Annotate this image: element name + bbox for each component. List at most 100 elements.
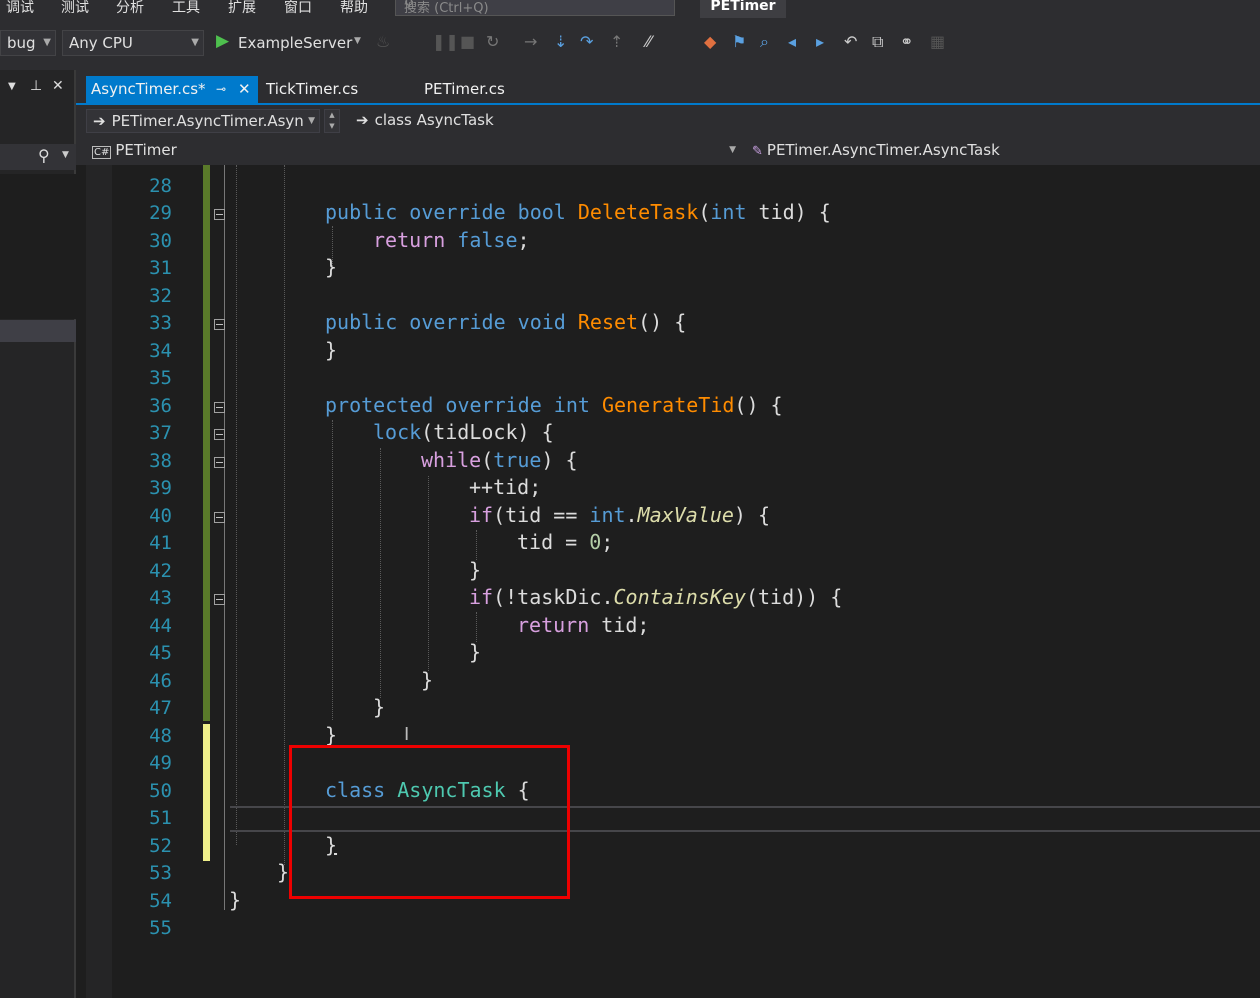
keyword: int [710, 200, 747, 224]
menu-bar: 调试 测试 分析 工具 扩展 窗口 帮助 搜索 (Ctrl+Q) ⚲ PETim… [0, 0, 1260, 18]
code-line-47: } [373, 695, 386, 719]
code-text: ) { [733, 503, 771, 527]
link-icon[interactable]: ⚭ [900, 32, 913, 51]
pin-icon[interactable]: ⊥ [30, 78, 42, 94]
line-number: 38 [149, 450, 172, 472]
previous-bookmark-icon[interactable]: ◂ [788, 32, 796, 51]
keyword: override [409, 310, 506, 334]
menu-tools[interactable]: 工具 [172, 0, 200, 17]
line-number: 54 [149, 890, 172, 912]
line-number: 48 [149, 725, 172, 747]
annotation-highlight-box [289, 745, 570, 899]
csharp-project-icon: C# [92, 146, 112, 159]
line-number: 46 [149, 670, 172, 692]
code-line-37: lock(tidLock) { [373, 420, 554, 444]
platform-combo-value: Any CPU [69, 34, 133, 52]
collapse-toggle[interactable] [214, 594, 225, 605]
collapse-toggle[interactable] [214, 209, 225, 220]
keyword: override [409, 200, 506, 224]
code-text: ) { [541, 448, 578, 472]
chevron-down-icon: ▼ [308, 116, 315, 126]
config-combo[interactable]: bug ▼ [0, 30, 56, 56]
code-line-31: } [325, 255, 338, 279]
navigation-bar: ➔ PETimer.AsyncTimer.Asyn ▼ ▲ ▼ ➔ class Asy… [76, 105, 1260, 137]
close-icon[interactable]: ✕ [52, 78, 64, 94]
keyword: void [517, 310, 566, 334]
chevron-down-icon[interactable]: ▼ [354, 36, 361, 46]
menu-window[interactable]: 窗口 [284, 0, 312, 17]
tab-asynctimer[interactable]: AsyncTimer.cs* ⊸ ✕ [86, 76, 258, 103]
stop-icon: ■ [460, 32, 476, 51]
find-icon[interactable]: ⚑ [732, 32, 746, 51]
code-text: ; [517, 228, 530, 252]
toolbar: bug ▼ Any CPU ▼ ▶ ExampleServer ▼ ♨ ❚❚ ■… [0, 18, 1260, 70]
search-symbol-icon[interactable]: ⌕ [760, 32, 769, 52]
tab-label: AsyncTimer.cs* [91, 80, 206, 98]
code-text: tid) { [746, 200, 831, 224]
grid-icon: ▦ [930, 32, 946, 51]
line-number: 41 [149, 532, 172, 554]
keyword: lock [373, 420, 422, 444]
code-line-36: protected override int GenerateTid() { [325, 393, 783, 417]
project-combo-value: PETimer [115, 141, 177, 159]
platform-combo[interactable]: Any CPU ▼ [62, 30, 204, 56]
show-next-statement-icon: → [524, 32, 538, 51]
panel-search-input[interactable]: ⚲ ▼ [0, 144, 76, 170]
code-text: ( [481, 448, 494, 472]
arrow-right-icon: ➔ [356, 111, 369, 129]
menu-help[interactable]: 帮助 [340, 0, 368, 17]
start-debug-icon[interactable]: ▶ [216, 31, 229, 51]
code-line-34: } [325, 338, 338, 362]
line-number: 49 [149, 752, 172, 774]
menu-analyze[interactable]: 分析 [116, 0, 144, 17]
panel-selected-item[interactable] [0, 320, 76, 342]
line-number: 29 [149, 202, 172, 224]
collapse-toggle[interactable] [214, 429, 225, 440]
code-text: (tidLock) { [421, 420, 554, 444]
line-number: 47 [149, 697, 172, 719]
menu-extensions[interactable]: 扩展 [228, 0, 256, 17]
chevron-down-icon[interactable]: ▼ [62, 150, 69, 160]
menu-test[interactable]: 测试 [61, 0, 89, 17]
bookmark-icon[interactable]: ◆ [704, 32, 716, 51]
collapse-toggle[interactable] [214, 319, 225, 330]
navigate-back-icon[interactable]: ↶ [844, 32, 857, 51]
next-bookmark-icon[interactable]: ▸ [816, 32, 824, 51]
config-combo-value: bug [7, 34, 36, 52]
startup-project-label[interactable]: ExampleServer [238, 34, 352, 52]
saved-change-bar [203, 165, 210, 721]
search-input[interactable]: 搜索 (Ctrl+Q) ⚲ [395, 0, 675, 16]
text-cursor-icon: I [404, 724, 410, 745]
windows-icon[interactable]: ⧉ [872, 32, 883, 52]
pin-icon[interactable]: ⊸ [216, 76, 226, 102]
close-icon[interactable]: ✕ [238, 76, 251, 102]
search-icon[interactable]: ⚲ [404, 0, 666, 12]
step-over-icon[interactable]: ↷ [580, 32, 593, 51]
chevron-down-icon: ▼ [43, 37, 51, 48]
chevron-down-icon[interactable]: ▼ [8, 81, 16, 92]
code-editor[interactable] [86, 165, 1260, 998]
type-combo[interactable]: ➔ PETimer.AsyncTimer.Asyn ▼ [86, 109, 320, 133]
code-line-33: public override void Reset() { [325, 310, 686, 334]
comment-icon[interactable]: ⁄⁄ [646, 32, 651, 51]
scope-combo[interactable]: ✎ PETimer.AsyncTimer.AsyncTask [746, 139, 1260, 163]
search-icon[interactable]: ⚲ [38, 146, 50, 165]
code-line-40: if(tid == int.MaxValue) { [469, 503, 770, 527]
panel-tree[interactable] [0, 174, 76, 319]
tab-petimer[interactable]: PETimer.cs [424, 76, 544, 103]
collapse-toggle[interactable] [214, 402, 225, 413]
indent-guide [332, 420, 333, 720]
step-into-icon[interactable]: ⇣ [554, 32, 567, 51]
method-name: ContainsKey [613, 585, 746, 609]
collapse-toggle[interactable] [214, 512, 225, 523]
collapse-toggle[interactable] [214, 457, 225, 468]
member-combo[interactable]: ➔ class AsyncTask [350, 109, 1260, 133]
pause-icon: ❚❚ [432, 32, 459, 51]
menu-debug[interactable]: 调试 [6, 0, 34, 17]
tab-ticktimer[interactable]: TickTimer.cs [266, 76, 406, 103]
split-arrows-icon[interactable]: ▲ ▼ [324, 109, 340, 133]
code-line-39: ++tid; [469, 475, 542, 499]
arrow-right-icon: ➔ [93, 112, 106, 130]
project-combo[interactable]: C# PETimer ▼ [86, 139, 736, 163]
keyword: return [517, 613, 590, 637]
